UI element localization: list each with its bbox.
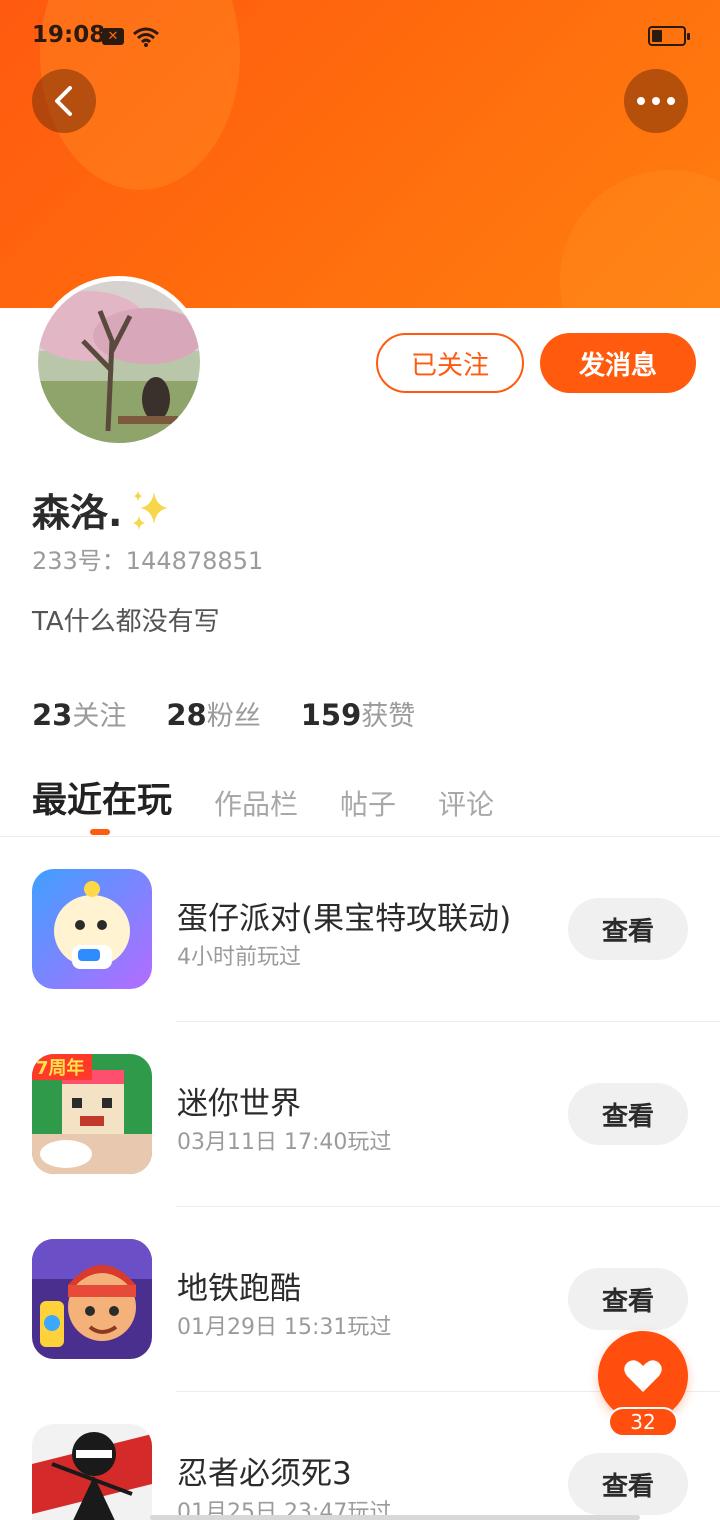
- status-bar: 19:08 ✕: [0, 18, 720, 58]
- active-tab-indicator: [90, 829, 110, 835]
- stat-following[interactable]: 23关注: [32, 694, 126, 733]
- like-count-badge: 32: [608, 1407, 678, 1437]
- username-row: 森洛.: [32, 482, 172, 537]
- avatar-image: [38, 281, 200, 443]
- avatar[interactable]: [33, 276, 205, 448]
- last-played-time: 4小时前玩过: [177, 945, 301, 970]
- scroll-indicator: [150, 1515, 640, 1520]
- list-item[interactable]: 7周年 迷你世界 03月11日 17:40玩过 查看: [0, 1022, 720, 1207]
- more-dots-icon: [637, 97, 675, 105]
- ninja-must-die-icon[interactable]: [32, 1424, 152, 1520]
- heart-icon: [624, 1360, 662, 1392]
- username: 森洛.: [32, 491, 123, 535]
- stat-followers[interactable]: 28粉丝: [166, 694, 260, 733]
- more-options-button[interactable]: [624, 69, 688, 133]
- header-decoration: [560, 170, 720, 308]
- game-name: 地铁跑酷: [177, 1271, 301, 1307]
- stat-value: 28: [166, 698, 207, 732]
- stat-label: 获赞: [361, 701, 416, 732]
- tab-comments[interactable]: 评论: [438, 783, 494, 823]
- game-name: 迷你世界: [177, 1086, 301, 1122]
- tab-posts[interactable]: 帖子: [340, 783, 396, 823]
- tab-works[interactable]: 作品栏: [214, 783, 298, 823]
- stat-likes[interactable]: 159获赞: [301, 694, 416, 733]
- send-message-button[interactable]: 发消息: [540, 333, 696, 393]
- status-time: 19:08: [32, 22, 106, 48]
- subway-surfers-icon[interactable]: [32, 1239, 152, 1359]
- sparkles-icon: [133, 490, 169, 530]
- user-bio: TA什么都没有写: [32, 607, 220, 637]
- list-item[interactable]: 蛋仔派对(果宝特攻联动) 4小时前玩过 查看: [0, 837, 720, 1022]
- battery-icon: [648, 26, 690, 46]
- stat-label: 关注: [72, 701, 127, 732]
- followed-button[interactable]: 已关注: [376, 333, 524, 393]
- stat-label: 粉丝: [206, 701, 261, 732]
- wifi-icon: [132, 26, 160, 52]
- anniversary-badge: 7周年: [36, 1057, 85, 1079]
- mini-world-icon[interactable]: 7周年: [32, 1054, 152, 1174]
- eggy-party-icon[interactable]: [32, 869, 152, 989]
- view-game-button[interactable]: 查看: [568, 1453, 688, 1515]
- last-played-time: 01月29日 15:31玩过: [177, 1315, 392, 1340]
- back-button[interactable]: [32, 69, 96, 133]
- notification-icon: ✕: [102, 28, 124, 45]
- view-game-button[interactable]: 查看: [568, 898, 688, 960]
- last-played-time: 03月11日 17:40玩过: [177, 1130, 392, 1155]
- tab-recently-played[interactable]: 最近在玩: [32, 772, 172, 823]
- view-game-button[interactable]: 查看: [568, 1268, 688, 1330]
- chevron-left-icon: [55, 86, 72, 116]
- view-game-button[interactable]: 查看: [568, 1083, 688, 1145]
- user-id: 233号：144878851: [32, 547, 264, 575]
- profile-stats: 23关注 28粉丝 159获赞: [32, 694, 415, 733]
- stat-value: 23: [32, 698, 73, 732]
- profile-tabs: 最近在玩 作品栏 帖子 评论: [32, 772, 536, 823]
- game-name: 蛋仔派对(果宝特攻联动): [177, 901, 512, 937]
- game-name: 忍者必须死3: [177, 1456, 352, 1492]
- stat-value: 159: [300, 698, 362, 732]
